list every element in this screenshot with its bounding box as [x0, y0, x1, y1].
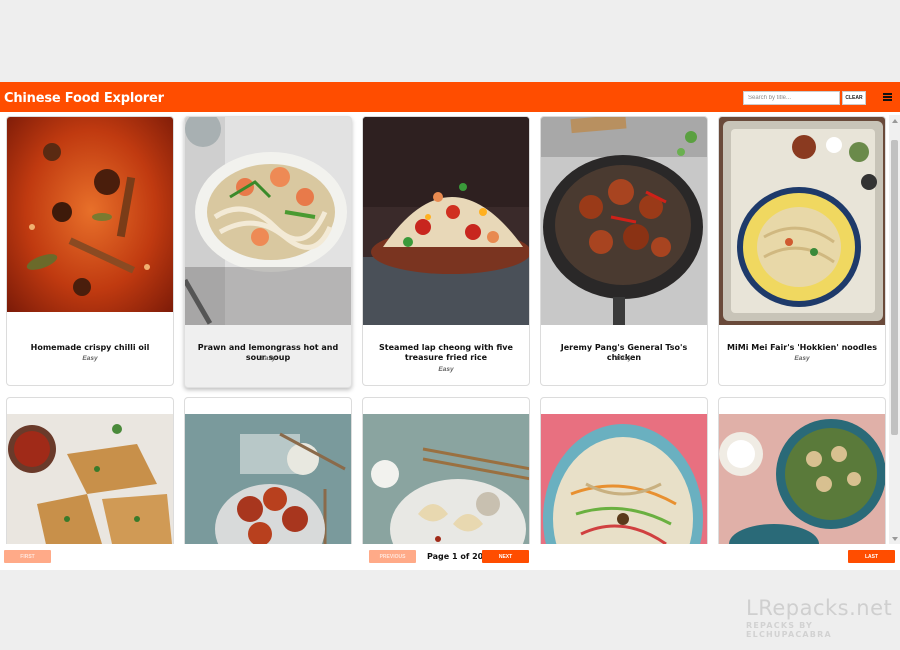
recipe-title: Homemade crispy chilli oil: [30, 343, 150, 352]
recipe-card[interactable]: Jeremy Pang's General Tso's chicken Easy: [540, 116, 708, 386]
recipe-difficulty: Easy: [82, 355, 98, 362]
recipe-image: [185, 117, 351, 325]
recipe-title: Steamed lap cheong with five treasure fr…: [379, 343, 513, 362]
recipe-image: [363, 117, 529, 325]
page-indicator: Page 1 of 20: [427, 552, 484, 561]
watermark-subtext: REPACKS BY ELCHUPACABRA: [746, 621, 832, 639]
recipe-card[interactable]: Homemade crispy chilli oil Easy: [6, 116, 174, 386]
app-title: Chinese Food Explorer: [4, 91, 164, 106]
recipe-title: MiMi Mei Fair's 'Hokkien' noodles: [727, 343, 877, 352]
next-page-button[interactable]: NEXT: [482, 550, 529, 563]
top-bar: Chinese Food Explorer CLEAR: [0, 82, 900, 112]
vertical-scrollbar[interactable]: [889, 115, 900, 545]
hamburger-menu-icon[interactable]: [883, 93, 892, 101]
scroll-thumb[interactable]: [891, 140, 898, 435]
recipe-card[interactable]: Prawn and lemongrass hot and sour soup E…: [184, 116, 352, 388]
watermark-text: LRepacks.net: [746, 596, 893, 620]
recipe-difficulty: Easy: [794, 355, 810, 362]
last-page-button[interactable]: LAST: [848, 550, 895, 563]
recipe-card[interactable]: Steamed lap cheong with five treasure fr…: [362, 116, 530, 386]
scroll-down-icon[interactable]: [892, 537, 898, 541]
recipe-difficulty: Easy: [438, 366, 454, 373]
previous-page-button[interactable]: PREVIOUS: [369, 550, 416, 563]
recipe-card[interactable]: MiMi Mei Fair's 'Hokkien' noodles Easy: [718, 116, 886, 386]
scroll-up-icon[interactable]: [892, 119, 898, 123]
recipe-difficulty: Easy: [616, 355, 632, 362]
clear-button[interactable]: CLEAR: [842, 91, 866, 105]
recipe-image: [541, 117, 707, 325]
first-page-button[interactable]: FIRST: [4, 550, 51, 563]
recipe-image: [7, 117, 173, 325]
recipe-difficulty: Easy: [260, 355, 276, 362]
app-window: Chinese Food Explorer CLEAR: [0, 82, 900, 570]
recipe-image: [719, 117, 885, 325]
search-input[interactable]: [743, 91, 840, 105]
pagination-bar: FIRST PREVIOUS Page 1 of 20 NEXT LAST: [0, 544, 900, 570]
